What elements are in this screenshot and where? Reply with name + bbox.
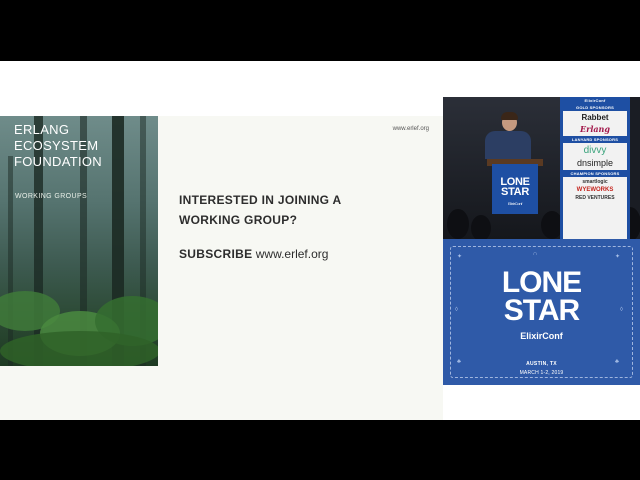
sponsor-logo: smartlogic [582, 179, 608, 185]
sponsor-logo: Erlang [580, 124, 610, 134]
sponsor-logo: Rabbet [581, 113, 609, 122]
conference-subtitle: ElixirConf [520, 331, 563, 341]
question-line: INTERESTED IN JOINING A [179, 193, 342, 207]
foundation-line: ERLANG [14, 122, 70, 137]
conference-dates: MARCH 1-2, 2019 [519, 370, 564, 376]
sponsor-board-heading: ElixirConf [563, 97, 627, 104]
foundation-line: FOUNDATION [14, 154, 102, 169]
horseshoe-icon: ∩ [533, 251, 538, 257]
podium-logo-line: STAR [501, 186, 529, 198]
conference-logo-panel: ✦ ✦ ♣ ♣ ∩ ◊ ◊ LONE STAR ElixirConf AUSTI… [443, 239, 640, 385]
champion-sponsors-label: CHAMPION SPONSORS [563, 170, 627, 177]
video-frame: ERLANG ECOSYSTEM FOUNDATION WORKING GROU… [0, 61, 640, 420]
subscribe-url: www.erlef.org [255, 247, 329, 261]
star-icon: ✦ [615, 254, 621, 260]
subscribe-line: SUBSCRIBE www.erlef.org [179, 247, 328, 261]
podium-logo: LONE STAR ElixirConf [494, 177, 536, 209]
speaker-camera-feed: LONE STAR ElixirConf ElixirConf GOLD SPO… [443, 97, 640, 239]
sponsor-logo: dnsimple [576, 158, 614, 168]
section-label: WORKING GROUPS [15, 193, 88, 200]
presentation-slide: ERLANG ECOSYSTEM FOUNDATION WORKING GROU… [0, 116, 443, 420]
sponsor-logo: RED VENTURES [575, 195, 615, 201]
speaker [485, 131, 531, 159]
subscribe-label: SUBSCRIBE [179, 247, 253, 261]
sponsor-logo: divvy [583, 145, 607, 156]
conference-title-line: STAR [503, 294, 580, 327]
slide-url: www.erlef.org [392, 126, 429, 132]
forest-image: ERLANG ECOSYSTEM FOUNDATION WORKING GROU… [0, 116, 158, 366]
foundation-line: ECOSYSTEM [14, 138, 99, 153]
sponsor-logo: WYEWORKS [576, 187, 614, 193]
conference-location: AUSTIN, TX [526, 361, 557, 367]
question-line: WORKING GROUP? [179, 213, 298, 227]
slide-question: INTERESTED IN JOINING A WORKING GROUP? [179, 190, 341, 230]
sponsor-board: ElixirConf GOLD SPONSORS Rabbet Erlang L… [560, 97, 630, 239]
foundation-name: ERLANG ECOSYSTEM FOUNDATION [14, 122, 102, 170]
conference-title-line: LONE [501, 266, 582, 299]
lanyard-sponsors-label: LANYARD SPONSORS [563, 136, 627, 143]
gold-sponsors-label: GOLD SPONSORS [563, 104, 627, 111]
conference-title: LONE STAR [443, 266, 640, 327]
podium-logo-sub: ElixirConf [507, 201, 523, 206]
star-icon: ✦ [457, 254, 463, 260]
